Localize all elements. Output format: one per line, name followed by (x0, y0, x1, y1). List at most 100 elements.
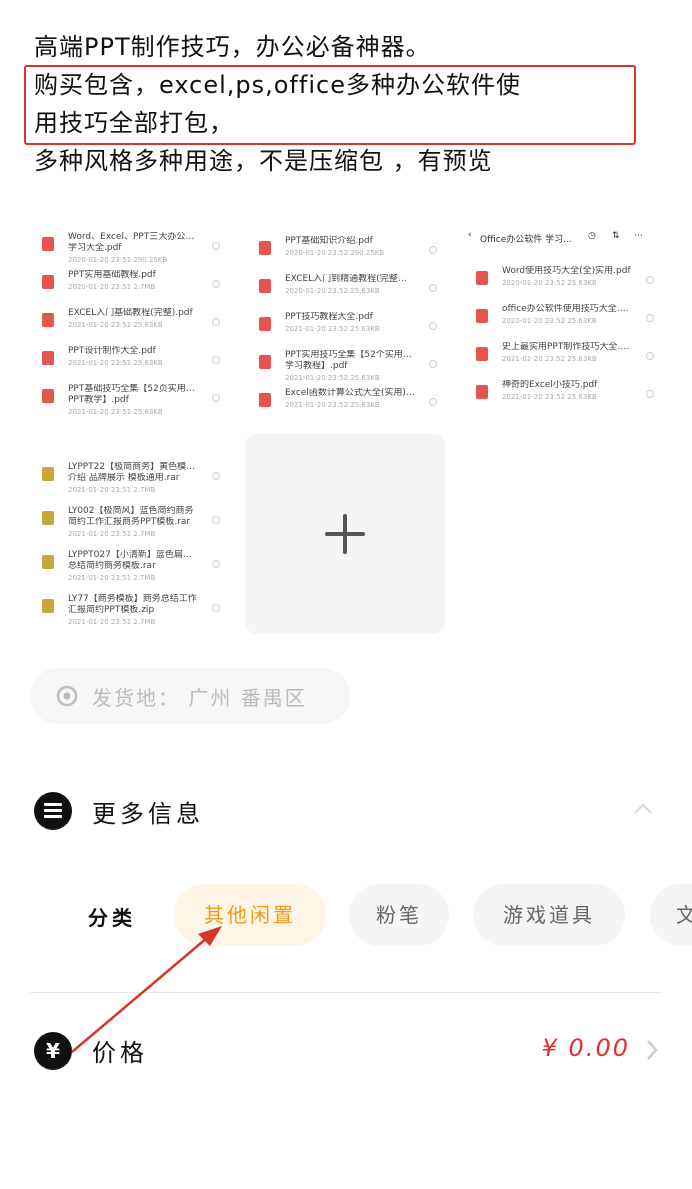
list-icon (34, 792, 72, 830)
price-value: ¥ 0.00 (541, 1034, 630, 1062)
description-line-4: 多种风格多种用途，不是压缩包 ，有预览 (34, 147, 493, 175)
file-name: Word使用技巧大全(全)实用.pdf (502, 266, 631, 276)
radio-circle-icon (646, 390, 654, 398)
clock-icon: ◷ (588, 231, 596, 241)
file-meta: 2021-01-20 23:51 2.7MB (68, 486, 156, 494)
radio-circle-icon (429, 284, 437, 292)
divider (30, 992, 662, 993)
file-row: 神奇的Excel小技巧.pdf 2021-01-20 23:52 25.63KB (462, 378, 662, 416)
file-row: Word使用技巧大全(全)实用.pdf 2020-01-20 23:52 25.6… (462, 264, 662, 302)
file-icon (476, 347, 488, 361)
file-name-cont: 总结简约商务模板.rar (68, 561, 156, 571)
location-label: 发货地： (92, 686, 180, 710)
file-meta: 2021-01-20 23:52 25.63KB (502, 355, 597, 363)
file-name-cont: PPT教学】.pdf (68, 395, 129, 405)
category-chip-more[interactable]: 文 (650, 884, 692, 946)
category-chip-game-items[interactable]: 游戏道具 (473, 884, 625, 946)
file-name: 史上最实用PPT制作技巧大全.pdf (502, 342, 632, 352)
file-name: PPT设计制作大全.pdf (68, 346, 156, 356)
gallery-image-1[interactable]: Word、Excel、PPT三大办公软件技能学习大全.pdf 2020-01-20… (28, 212, 228, 422)
file-name-cont: 简约工作汇报商务PPT模板.rar (68, 517, 191, 527)
file-row: EXCEL入门基础教程(完整).pdf 2021-01-20 23:51 25.6… (28, 306, 228, 344)
file-name-cont: 介绍 品牌展示 模板通用.rar (68, 473, 180, 483)
file-icon (42, 389, 54, 403)
file-meta: 2020-01-20 23:52 290.25KB (285, 249, 385, 257)
file-row: office办公软件使用技巧大全.pdf 2020-01-20 23:52 25.… (462, 302, 662, 340)
file-icon (476, 309, 488, 323)
file-row: PPT技巧教程大全.pdf 2021-01-20 23:52 25.63KB (245, 310, 445, 348)
file-icon (259, 393, 271, 407)
thumb-title: Office办公软件 学习... (480, 235, 572, 245)
file-meta: 2021-01-20 23:51 25.63KB (68, 321, 163, 329)
file-icon (42, 313, 54, 327)
shipping-location[interactable]: 发货地： 广州 番禺区 (30, 668, 350, 724)
file-name: Excel函数计算公式大全(实用).pdf (285, 388, 415, 398)
yen-icon: ¥ (34, 1032, 72, 1070)
file-icon (259, 241, 271, 255)
file-icon (42, 275, 54, 289)
description-line-1: 高端PPT制作技巧，办公必备神器。 (34, 33, 431, 61)
location-value: 广州 番禺区 (188, 686, 307, 710)
file-meta: 2020-01-20 23:51 290.25KB (68, 256, 168, 264)
category-chip-chalk[interactable]: 粉笔 (349, 884, 449, 946)
more-icon: ⋯ (634, 231, 643, 241)
gallery-image-4[interactable]: LYPPT22【极简商务】黄色模板广告介绍 品牌展示 模板通用.rar 2021-… (28, 430, 228, 642)
gallery-image-3[interactable]: ‹ Office办公软件 学习... ◷ ⇅ ⋯ Word使用技巧大全(全)实用… (462, 212, 662, 422)
file-row: LYPPT027【小清新】蓝色扁平化 总结简约商务模板.rar 2021-01-20… (28, 548, 228, 586)
file-icon (259, 355, 271, 369)
file-meta: 2021-01-20 23:52 25.63KB (285, 401, 380, 409)
file-row: PPT基础技巧全集【52页实用资源 PPT教学】.pdf 2021-01-20 23… (28, 382, 228, 420)
file-meta: 2021-01-20 23:51 2.7MB (68, 618, 156, 626)
category-label: 分类 (88, 906, 136, 930)
file-name: LY002【极简风】蓝色简约商务 (68, 506, 194, 516)
chevron-up-icon[interactable] (632, 798, 654, 820)
radio-circle-icon (646, 352, 654, 360)
file-name: PPT实用技巧全集【52个实用小技巧 (285, 350, 415, 360)
file-row: EXCEL入门到精通教程(完整版).pdf 2020-01-20 23:52 25… (245, 272, 445, 310)
radio-circle-icon (212, 516, 220, 524)
file-row: LYPPT22【极简商务】黄色模板广告介绍 品牌展示 模板通用.rar 2021-… (28, 460, 228, 498)
radio-circle-icon (429, 360, 437, 368)
file-icon (42, 555, 54, 569)
file-name: PPT基础知识介绍.pdf (285, 236, 373, 246)
add-image-button[interactable] (245, 434, 445, 634)
file-icon (42, 599, 54, 613)
file-name-cont: 学习大全.pdf (68, 243, 122, 253)
radio-circle-icon (429, 398, 437, 406)
price-row[interactable]: ¥ 价格 ¥ 0.00 (34, 1028, 664, 1072)
category-chip-other-idle[interactable]: 其他闲置 (174, 884, 326, 946)
file-name: LYPPT027【小清新】蓝色扁平化 (68, 550, 198, 560)
file-meta: 2021-01-20 23:52 25.63KB (502, 393, 597, 401)
file-name: LYPPT22【极简商务】黄色模板广告 (68, 462, 198, 472)
file-name: EXCEL入门到精通教程(完整版).pdf (285, 274, 415, 284)
file-icon (42, 237, 54, 251)
more-info-header[interactable]: 更多信息 (34, 788, 664, 832)
file-meta: 2021-01-20 23:51 25.63KB (68, 359, 163, 367)
file-row: LY002【极简风】蓝色简约商务 简约工作汇报商务PPT模板.rar 2021-01… (28, 504, 228, 542)
file-meta: 2020-01-20 23:52 25.63KB (502, 279, 597, 287)
chevron-right-icon (647, 1040, 658, 1060)
category-row: 分类 其他闲置 粉笔 游戏道具 文 (0, 882, 692, 948)
file-name: EXCEL入门基础教程(完整).pdf (68, 308, 193, 318)
file-meta: 2020-01-20 23:52 25.63KB (502, 317, 597, 325)
radio-circle-icon (212, 560, 220, 568)
gallery-image-2[interactable]: PPT基础知识介绍.pdf 2020-01-20 23:52 290.25KB EX… (245, 212, 445, 422)
radio-circle-icon (212, 242, 220, 250)
radio-circle-icon (429, 322, 437, 330)
file-row: PPT基础知识介绍.pdf 2020-01-20 23:52 290.25KB (245, 234, 445, 272)
file-meta: 2021-01-20 23:52 25.63KB (285, 325, 380, 333)
file-name: Word、Excel、PPT三大办公软件技能 (68, 232, 198, 242)
file-icon (42, 351, 54, 365)
file-meta: 2020-01-20 23:52 25.63KB (285, 287, 380, 295)
file-row: PPT实用技巧全集【52个实用小技巧学习教程】.pdf 2021-01-20 23… (245, 348, 445, 386)
red-highlight-box (24, 65, 636, 145)
file-name: LY77【商务模板】商务总结工作 (68, 594, 197, 604)
file-icon (259, 279, 271, 293)
more-info-label: 更多信息 (92, 800, 204, 828)
sort-icon: ⇅ (612, 231, 620, 241)
thumb-header: ‹ Office办公软件 学习... ◷ ⇅ ⋯ (462, 230, 662, 252)
radio-circle-icon (646, 314, 654, 322)
file-icon (476, 271, 488, 285)
file-meta: 2021-01-20 23:51 25.63KB (68, 408, 163, 416)
radio-circle-icon (212, 280, 220, 288)
